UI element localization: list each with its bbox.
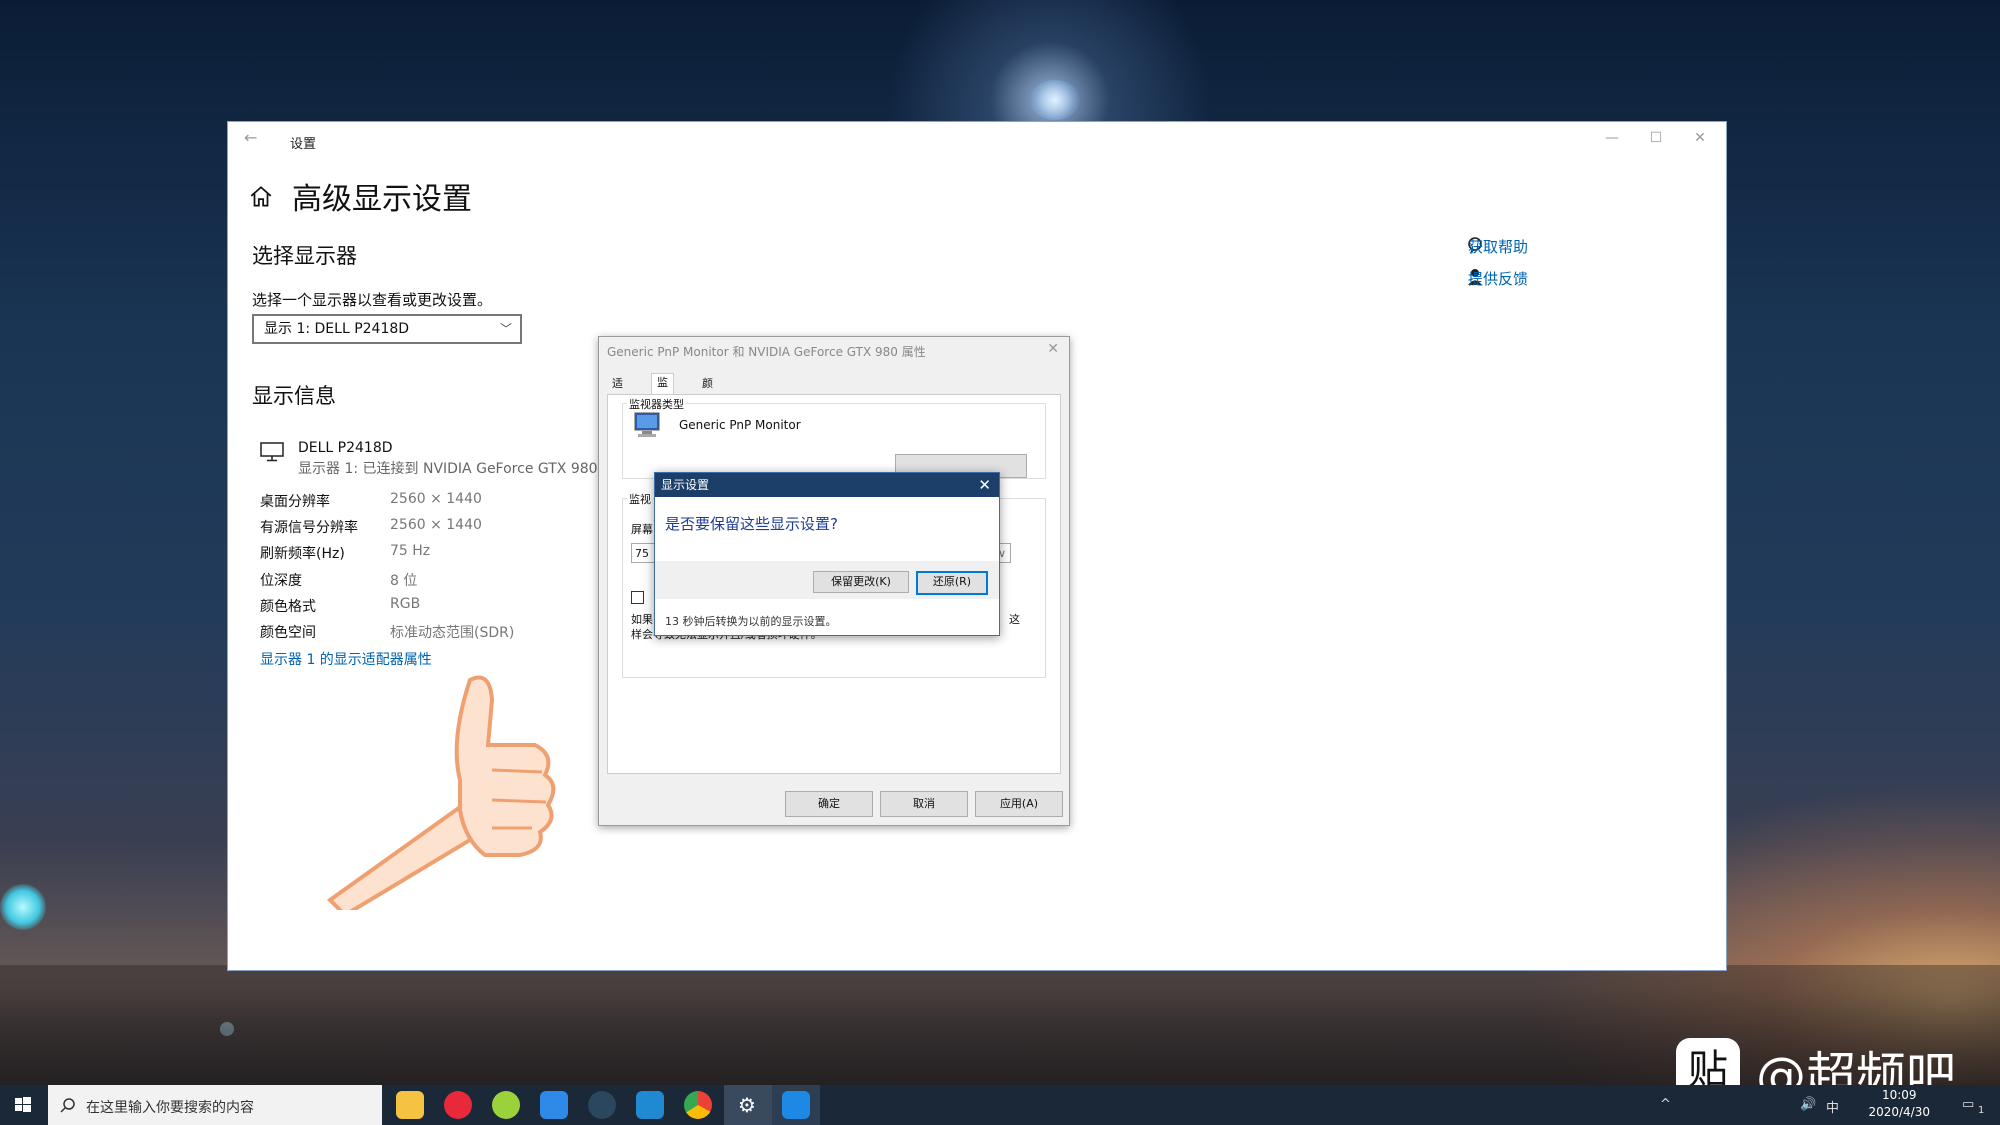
title-bar: ← 设置 — ☐ ✕: [228, 122, 1726, 158]
monitor-type-value: Generic PnP Monitor: [679, 418, 801, 432]
confirm-question: 是否要保留这些显示设置?: [665, 515, 838, 533]
select-display-heading: 选择显示器: [252, 244, 357, 268]
ok-button[interactable]: 确定: [785, 791, 873, 817]
info-label: 桌面分辨率: [260, 494, 330, 510]
display-select-value: 显示 1: DELL P2418D: [264, 321, 410, 337]
warning-text-start: 如果: [631, 613, 653, 626]
chevron-down-icon: ﹀: [499, 322, 512, 336]
clock-time: 10:09: [1881, 1088, 1917, 1102]
volume-icon[interactable]: 🔊: [1800, 1097, 1816, 1112]
close-icon[interactable]: ✕: [1047, 341, 1059, 357]
tab-adapter[interactable]: 适配器: [607, 375, 628, 426]
page-title: 高级显示设置: [292, 182, 472, 217]
notification-icon[interactable]: ▭: [1962, 1097, 1974, 1112]
monitor-name: DELL P2418D: [298, 440, 393, 456]
ime-indicator[interactable]: 中: [1826, 1097, 1839, 1116]
app-icon-blue[interactable]: [540, 1091, 568, 1119]
tab-monitor[interactable]: 监视器: [651, 373, 674, 425]
info-value: RGB: [390, 596, 421, 612]
monitor-icon: [260, 442, 284, 462]
info-value: 标准动态范围(SDR): [390, 625, 515, 641]
system-clock[interactable]: 10:09 2020/4/30: [1868, 1087, 1930, 1121]
minimize-icon[interactable]: —: [1590, 126, 1634, 150]
refresh-rate-value: 75: [635, 547, 649, 560]
get-help-link[interactable]: 获取帮助: [1468, 236, 1528, 257]
tab-color-management[interactable]: 颜色管理: [697, 375, 718, 444]
netease-music-icon[interactable]: [444, 1091, 472, 1119]
monitor-settings-label: 监视: [627, 491, 653, 507]
info-value: 2560 × 1440: [390, 491, 482, 507]
clock-date: 2020/4/30: [1868, 1105, 1930, 1119]
info-label: 颜色空间: [260, 625, 316, 641]
keep-changes-button[interactable]: 保留更改(K): [813, 571, 909, 593]
warning-text-mid: 这: [1009, 613, 1020, 626]
app-icon-active: [782, 1091, 810, 1119]
revert-countdown: 13 秒钟后转换为以前的显示设置。: [665, 615, 837, 628]
hide-modes-checkbox[interactable]: [631, 591, 644, 604]
file-explorer-icon[interactable]: [396, 1091, 424, 1119]
gear-icon: ⚙: [738, 1093, 756, 1117]
info-label: 位深度: [260, 573, 302, 589]
steam-icon[interactable]: [588, 1091, 616, 1119]
cancel-button[interactable]: 取消: [880, 791, 968, 817]
notification-count: 1: [1978, 1105, 1985, 1116]
search-placeholder: 在这里输入你要搜索的内容: [86, 1100, 254, 1116]
confirm-title-bar: 显示设置 ✕: [655, 473, 999, 497]
close-icon[interactable]: ✕: [978, 473, 991, 497]
keep-display-settings-dialog: 显示设置 ✕ 是否要保留这些显示设置? 保留更改(K) 还原(R) 13 秒钟后…: [654, 472, 1000, 636]
taskbar-search[interactable]: 在这里输入你要搜索的内容: [48, 1085, 382, 1125]
maximize-icon[interactable]: ☐: [1634, 126, 1678, 150]
settings-taskbar-button[interactable]: ⚙: [724, 1085, 772, 1125]
close-icon[interactable]: ✕: [1678, 126, 1722, 150]
vscode-icon[interactable]: [636, 1091, 664, 1119]
background-sparkle: [1030, 80, 1080, 120]
info-value: 2560 × 1440: [390, 517, 482, 533]
info-value: 75 Hz: [390, 543, 431, 559]
revert-button[interactable]: 还原(R): [916, 571, 988, 595]
monitor-icon: [634, 412, 660, 437]
info-label: 颜色格式: [260, 599, 316, 615]
chrome-icon[interactable]: [684, 1091, 712, 1119]
select-display-hint: 选择一个显示器以查看或更改设置。: [252, 291, 493, 309]
windows-start-icon[interactable]: [0, 1085, 46, 1125]
monitor-type-label: 监视器类型: [627, 396, 686, 412]
monitor-connection: 显示器 1: 已连接到 NVIDIA GeForce GTX 980: [298, 461, 598, 477]
info-value: 8 位: [390, 573, 418, 589]
window-title: 设置: [290, 137, 317, 152]
give-feedback-link[interactable]: 提供反馈: [1468, 268, 1528, 289]
display-select[interactable]: 显示 1: DELL P2418D ﹀: [252, 314, 522, 344]
display-info-heading: 显示信息: [252, 384, 336, 408]
confirm-dialog-title: 显示设置: [661, 478, 710, 492]
tray-overflow-icon[interactable]: ^: [1660, 1097, 1671, 1112]
search-icon: [60, 1098, 75, 1113]
thumbs-up-sticker: [326, 675, 556, 910]
info-label: 有源信号分辨率: [260, 520, 358, 536]
apply-button[interactable]: 应用(A): [975, 791, 1063, 817]
app-icon-green[interactable]: [492, 1091, 520, 1119]
back-arrow-icon[interactable]: ←: [244, 128, 257, 147]
info-label: 刷新频率(Hz): [260, 546, 345, 562]
home-icon[interactable]: [248, 184, 274, 210]
background-sparkle: [0, 884, 46, 930]
properties-dialog-title: Generic PnP Monitor 和 NVIDIA GeForce GTX…: [607, 345, 926, 359]
active-app-taskbar-button[interactable]: [772, 1085, 820, 1125]
screen-refresh-label: 屏幕: [631, 523, 653, 536]
monitor-type-group: 监视器类型 Generic PnP Monitor: [622, 396, 1046, 479]
taskbar: 在这里输入你要搜索的内容 ⚙ ^ 🔊 中 10:09 2020/4/30 ▭ 1: [0, 1085, 2000, 1125]
